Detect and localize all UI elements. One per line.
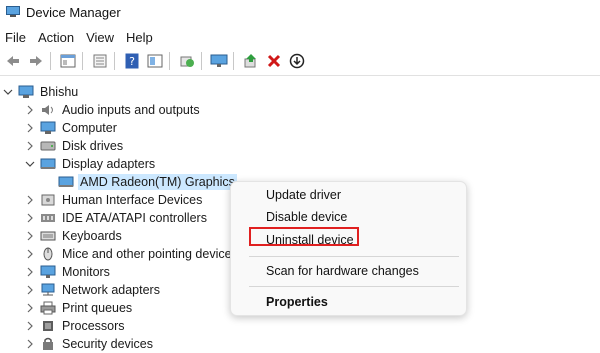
disable-device-item[interactable]: Disable device [266,210,347,224]
tree-item-label: Network adapters [62,283,160,297]
speaker-icon [40,103,56,117]
menu-action[interactable]: Action [33,30,81,45]
svg-text:?: ? [129,55,135,68]
device-manager-icon [6,6,20,17]
context-separator [249,286,459,287]
tree-category-item[interactable]: Network adapters [24,281,162,299]
collapse-arrow-icon[interactable] [24,155,36,173]
expand-arrow-icon[interactable] [24,245,36,263]
mouse-icon [40,247,56,261]
toolbar-separator [233,52,234,70]
menu-help[interactable]: Help [121,30,160,45]
scan-hardware-item[interactable]: Scan for hardware changes [266,264,419,278]
printer-icon [40,301,56,315]
tree-category-item[interactable]: Print queues [24,299,134,317]
expand-arrow-icon[interactable] [24,317,36,335]
properties-icon[interactable] [58,51,78,71]
computer-icon [40,121,56,135]
uninstall-highlight-box [249,227,359,246]
tree-category-item[interactable]: Disk drives [24,137,125,155]
tree-item-label: Mice and other pointing device [62,247,232,261]
display-icon [40,157,56,171]
expand-arrow-icon[interactable] [24,119,36,137]
back-arrow-icon[interactable] [3,51,23,71]
tree-category-item[interactable]: Keyboards [24,227,124,245]
tree-item-label: Monitors [62,265,110,279]
ide-icon [40,211,56,225]
tree-item-label: Disk drives [62,139,124,153]
properties-item[interactable]: Properties [266,295,328,309]
toolbar-separator [169,52,170,70]
hid-icon [40,193,56,207]
tree-category-item[interactable]: Computer [24,119,119,137]
tree-root[interactable]: Bhishu [2,83,80,101]
processor-icon [40,319,56,333]
menu-file[interactable]: File [0,30,33,45]
toolbar-separator [201,52,202,70]
monitor-icon [40,265,56,279]
toolbar-divider [0,75,600,76]
tree-item-label: Processors [62,319,125,333]
uninstall-icon[interactable] [264,51,284,71]
collapse-arrow-icon[interactable] [2,83,14,101]
menu-bar: File Action View Help [0,27,600,47]
scan-icon[interactable] [177,51,197,71]
tree-category-item[interactable]: Display adapters [24,155,157,173]
tree-item-label: Human Interface Devices [62,193,203,207]
tree-item-label: Display adapters [62,157,156,171]
tree-item-label: Computer [62,121,117,135]
tree-child-item[interactable]: AMD Radeon(TM) Graphics [42,173,237,191]
tree-category-item[interactable]: IDE ATA/ATAPI controllers [24,209,209,227]
tree-category-item[interactable]: Security devices [24,335,155,353]
update-driver-item[interactable]: Update driver [266,188,341,202]
monitor-icon[interactable] [209,51,229,71]
expand-arrow-icon[interactable] [24,137,36,155]
context-separator [249,256,459,257]
expand-arrow-icon[interactable] [24,299,36,317]
tree-category-item[interactable]: Processors [24,317,127,335]
expand-arrow-icon[interactable] [24,101,36,119]
tree-item-label: Keyboards [62,229,122,243]
tree-category-item[interactable]: Mice and other pointing device [24,245,234,263]
tree-item-label: Print queues [62,301,133,315]
tree-item-label: Audio inputs and outputs [62,103,200,117]
expand-arrow-icon[interactable] [24,227,36,245]
expand-arrow-icon[interactable] [24,209,36,227]
menu-view[interactable]: View [81,30,121,45]
sheet-icon[interactable] [90,51,110,71]
update-driver-icon[interactable] [241,51,261,71]
toolbar-separator [114,52,115,70]
tree-category-item[interactable]: Monitors [24,263,112,281]
expand-arrow-icon[interactable] [24,263,36,281]
title-bar: Device Manager [0,0,600,24]
display-icon [58,175,74,189]
help-icon[interactable]: ? [122,51,142,71]
expand-arrow-icon[interactable] [24,335,36,353]
disk-icon [40,139,56,153]
security-icon [40,337,56,351]
forward-arrow-icon[interactable] [26,51,46,71]
tree-category-item[interactable]: Human Interface Devices [24,191,204,209]
view-icon[interactable] [145,51,165,71]
toolbar: ? [0,50,600,72]
tree-item-label: AMD Radeon(TM) Graphics [78,174,237,190]
expand-arrow-icon[interactable] [24,191,36,209]
context-menu: Update driver Disable device Uninstall d… [230,181,467,316]
computer-icon [18,85,34,99]
tree-category-item[interactable]: Audio inputs and outputs [24,101,202,119]
toolbar-separator [82,52,83,70]
download-icon[interactable] [287,51,307,71]
expand-arrow-icon[interactable] [24,281,36,299]
network-icon [40,283,56,297]
tree-root-label: Bhishu [40,85,79,99]
keyboard-icon [40,229,56,243]
tree-item-label: IDE ATA/ATAPI controllers [62,211,207,225]
toolbar-separator [50,52,51,70]
window-title: Device Manager [26,4,121,20]
